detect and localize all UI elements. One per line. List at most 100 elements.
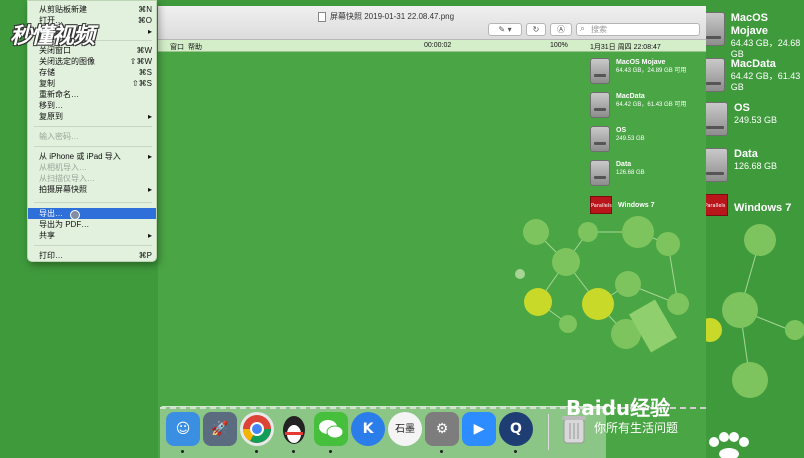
menu-separator [34,202,152,203]
menu-item-shortcut: ⇧⌘S [131,79,152,88]
submenu-arrow-icon: ▸ [147,185,152,194]
menu-item-move-to[interactable]: 移到… [28,100,156,111]
hard-disk-icon [590,126,610,152]
menu-item-close-selected-image[interactable]: 关闭选定的图像 ⇧⌘W [28,56,156,67]
outer-disk-macos-mojave[interactable]: MacOS Mojave 64.43 GB，24.68 GB [702,12,804,60]
outer-disk-os[interactable]: OS 249.53 GB [702,102,777,136]
vm-name: Windows 7 [734,202,792,214]
hard-disk-icon [590,92,610,118]
disk-name: Data [734,148,758,160]
menu-item-label: 打印… [39,251,63,260]
menu-item-label: 重新命名… [39,90,79,99]
menu-separator [34,245,152,246]
menu-item-revert-to[interactable]: 复原到 ▸ [28,111,156,122]
dock-separator [548,414,549,450]
disk-name: Data [616,161,632,168]
menu-item-label: 从 iPhone 或 iPad 导入 [39,152,121,161]
menu-item-import-from-scanner: 从扫描仪导入… [28,173,156,184]
baidu-brand-text: Baidu经验 [566,396,671,420]
shimo-icon[interactable]: 石墨 [388,412,422,446]
preview-window: 屏幕快照 2019-01-31 22.08.47.png ✎ ▾ ↻ Ⓐ 搜索 … [158,6,706,458]
menu-item-label: 复原到 [39,112,63,121]
inner-disk-os[interactable]: OS 249.53 GB [590,126,645,152]
markup-pen-button[interactable]: ✎ ▾ [488,23,522,36]
outer-disk-macdata[interactable]: MacData 64.42 GB，61.43 GB [702,58,804,93]
chrome-icon[interactable] [240,412,274,446]
finder-icon[interactable]: ☺ [166,412,200,446]
running-indicator [514,450,517,453]
menu-item-label: 存储 [39,68,55,77]
inner-menu-help[interactable]: 帮助 [188,42,202,52]
battery-percent: 100% [550,42,568,49]
disk-info: 249.53 GB [734,115,778,125]
inner-disk-macdata[interactable]: MacData 64.42 GB，61.43 GB 可用 [590,92,686,118]
disk-name: MacOS Mojave [616,59,666,66]
qq-icon[interactable] [277,412,311,446]
quicktime-icon[interactable]: Q [499,412,533,446]
inner-menubar: 窗口 帮助 00:00:02 100% 1月31日 周四 22:08:47 [158,40,706,52]
inner-menu-window[interactable]: 窗口 [170,42,184,52]
outer-disk-data[interactable]: Data 126.68 GB [702,148,777,182]
hard-disk-icon [590,58,610,84]
menu-item-take-screenshot[interactable]: 拍摄屏幕快照 ▸ [28,184,156,195]
menu-item-shortcut: ⌘W [136,46,152,55]
menu-separator [34,146,152,147]
outer-windows7[interactable]: Parallels Windows 7 [702,194,791,216]
inner-disk-macos-mojave[interactable]: MacOS Mojave 64.43 GB，24.89 GB 可用 [590,58,686,84]
disk-name: MacData [616,93,645,100]
running-indicator [255,450,258,453]
menu-item-rename[interactable]: 重新命名… [28,89,156,100]
clock: 1月31日 周四 22:08:47 [590,44,661,51]
wechat-icon[interactable] [314,412,348,446]
menu-item-label: 拍摄屏幕快照 [39,185,87,194]
running-indicator [329,450,332,453]
disk-info: 64.43 GB，24.89 GB 可用 [616,68,687,74]
running-indicator [440,450,443,453]
menu-item-label: 从剪贴板新建 [39,5,87,14]
hard-disk-icon [590,160,610,186]
mouse-cursor-icon [70,210,80,220]
search-input[interactable]: 搜索 [576,23,700,36]
menu-item-label: 输入密码… [39,132,79,141]
inner-disk-data[interactable]: Data 126.68 GB [590,160,645,186]
decorative-network-graphic [700,224,804,398]
menu-item-shortcut: ⌘P [138,251,152,260]
kuaiya-icon[interactable]: K [351,412,385,446]
menu-item-new-from-clipboard[interactable]: 从剪贴板新建 ⌘N [28,4,156,15]
system-preferences-icon[interactable]: ⚙ [425,412,459,446]
disk-name: OS [616,127,627,134]
baidu-watermark: Baidu经验 [566,392,670,421]
menu-item-save[interactable]: 存储 ⌘S [28,67,156,78]
menu-item-duplicate[interactable]: 复制 ⇧⌘S [28,78,156,89]
menu-item-shortcut: ⌘S [138,68,152,77]
decorative-network-graphic [515,216,689,353]
miaodong-video-logo: 秒懂视频 [10,24,95,49]
running-indicator [181,450,184,453]
baidu-slogan: 你所有生活问题 [594,421,679,435]
menu-item-label: 从扫描仪导入… [39,174,95,183]
menu-item-label: 从相机导入… [39,163,87,172]
submenu-arrow-icon: ▸ [147,152,152,161]
menu-item-export-as-pdf[interactable]: 导出为 PDF… [28,219,156,230]
running-indicator [292,450,295,453]
menu-item-share[interactable]: 共享 ▸ [28,230,156,241]
menu-item-import-from-iphone[interactable]: 从 iPhone 或 iPad 导入 ▸ [28,151,156,162]
disk-info: 64.43 GB，24.68 GB [730,38,801,59]
disk-name: MacData [730,58,776,70]
rotate-button[interactable]: ↻ [526,23,546,36]
disk-info: 64.42 GB，61.43 GB [730,71,801,92]
menu-item-print[interactable]: 打印… ⌘P [28,250,156,261]
disk-name: OS [734,102,750,114]
window-titlebar[interactable]: 屏幕快照 2019-01-31 22.08.47.png ✎ ▾ ↻ Ⓐ 搜索 [158,6,706,40]
annotate-button[interactable]: Ⓐ [550,23,572,36]
disk-info: 126.68 GB [616,170,645,176]
zoom-icon[interactable]: ▶ [462,412,496,446]
disk-info: 64.42 GB，61.43 GB 可用 [616,102,687,108]
menu-item-label: 关闭选定的图像 [39,57,95,66]
menu-item-enter-password: 输入密码… [28,131,156,142]
baidu-paw-icon [709,432,749,458]
menu-item-export[interactable]: 导出… [28,208,156,219]
png-file-icon [318,11,326,22]
launchpad-icon[interactable]: 🚀 [203,412,237,446]
menu-item-label: 共享 [39,231,55,240]
